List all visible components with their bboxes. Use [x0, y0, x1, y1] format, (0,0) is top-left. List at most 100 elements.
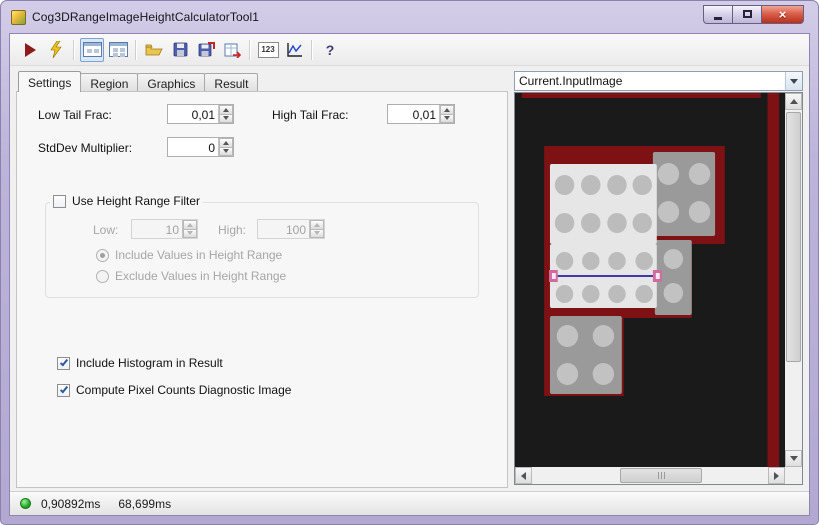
horizontal-scroll-thumb[interactable]: [620, 468, 702, 483]
spin-down-icon: [223, 116, 229, 121]
maximize-icon: [742, 10, 752, 18]
high-tail-frac-input[interactable]: 0,01: [387, 104, 455, 124]
toolbar-separator: [311, 39, 313, 60]
spin-up-button: [183, 220, 197, 230]
tab-result[interactable]: Result: [204, 73, 259, 91]
window-title: Cog3DRangeImageHeightCalculatorTool1: [32, 10, 260, 24]
spinner: [439, 105, 454, 123]
toolbar-separator: [73, 39, 75, 60]
image-display-button[interactable]: [106, 38, 130, 62]
range-high-label: High:: [218, 223, 247, 237]
stddev-multiplier-input[interactable]: 0: [167, 137, 234, 157]
spin-down-icon: [444, 116, 450, 121]
settings-tab-page: Low Tail Frac: 0,01 High Tail Frac: 0,01: [16, 91, 508, 488]
toolbar-separator: [135, 39, 137, 60]
settings-panel: Settings Region Graphics Result Low Tail…: [16, 71, 508, 491]
scroll-right-button[interactable]: [768, 467, 785, 484]
spin-down-button[interactable]: [219, 114, 233, 123]
main-area: Settings Region Graphics Result Low Tail…: [10, 66, 809, 491]
vertical-scroll-track[interactable]: [785, 110, 802, 450]
graph-button[interactable]: [282, 38, 306, 62]
radio-button-icon: [96, 248, 109, 262]
scrollbar-corner: [785, 467, 802, 484]
range-high-input: 100: [257, 219, 325, 239]
graph-icon: [286, 42, 302, 57]
spin-down-icon: [314, 231, 320, 236]
result-display-button[interactable]: [80, 37, 104, 62]
check-icon: [59, 384, 68, 393]
process-time: 0,90892ms: [41, 496, 101, 511]
maximize-button[interactable]: [732, 4, 761, 24]
save-results-button[interactable]: [194, 38, 218, 62]
window-controls: ×: [703, 4, 804, 24]
spin-up-button[interactable]: [219, 105, 233, 115]
run-button[interactable]: [18, 38, 42, 62]
spin-down-button[interactable]: [440, 114, 454, 123]
scroll-down-button[interactable]: [785, 450, 802, 467]
app-icon: [11, 9, 26, 25]
low-tail-frac-label: Low Tail Frac:: [38, 108, 112, 122]
vertical-scrollbar[interactable]: [785, 93, 802, 467]
spin-up-button[interactable]: [440, 105, 454, 115]
high-tail-frac-label: High Tail Frac:: [272, 108, 349, 122]
spinner: [309, 220, 324, 238]
arrow-down-icon: [789, 456, 798, 461]
tab-region[interactable]: Region: [80, 73, 139, 91]
minimize-button[interactable]: [703, 4, 732, 24]
tool-edit-window: Cog3DRangeImageHeightCalculatorTool1 × 1…: [0, 0, 819, 525]
tab-strip: Settings Region Graphics Result: [16, 71, 508, 92]
image-display[interactable]: [514, 92, 803, 485]
range-low-label: Low:: [93, 223, 119, 237]
spin-up-button[interactable]: [219, 138, 233, 148]
arrow-left-icon: [521, 471, 526, 480]
total-time: 68,699ms: [118, 496, 172, 511]
open-button[interactable]: [142, 38, 166, 62]
toolbar: 123 ?: [10, 34, 809, 66]
spin-down-button[interactable]: [219, 147, 233, 156]
image-canvas[interactable]: [515, 93, 785, 467]
number-123-icon: 123: [257, 41, 279, 58]
image-panel: Current.InputImage: [514, 71, 803, 491]
horizontal-scroll-track[interactable]: [532, 467, 768, 484]
electric-run-button[interactable]: [44, 38, 68, 62]
status-bar: 0,90892ms 68,699ms: [10, 491, 809, 515]
image-selector-dropdown[interactable]: Current.InputImage: [514, 71, 803, 91]
low-tail-frac-input[interactable]: 0,01: [167, 104, 234, 124]
scroll-up-button[interactable]: [785, 93, 802, 110]
include-histogram-checkbox[interactable]: Include Histogram in Result: [54, 356, 226, 370]
tab-settings[interactable]: Settings: [18, 71, 82, 92]
status-led-icon: [20, 498, 31, 509]
export-grid-icon: [224, 43, 241, 58]
save-button[interactable]: [168, 38, 192, 62]
arrow-right-icon: [774, 471, 779, 480]
number-display-button[interactable]: 123: [256, 38, 280, 62]
lightning-icon: [50, 41, 62, 58]
tab-graphics[interactable]: Graphics: [137, 73, 206, 91]
compute-pixel-counts-checkbox[interactable]: Compute Pixel Counts Diagnostic Image: [54, 383, 295, 397]
help-icon: ?: [325, 41, 335, 58]
close-button[interactable]: ×: [761, 4, 804, 24]
floppy-icon: [173, 42, 187, 57]
spin-up-button: [310, 220, 324, 230]
spin-up-icon: [223, 107, 229, 112]
spin-up-icon: [187, 222, 193, 227]
use-height-range-filter-checkbox[interactable]: Use Height Range Filter: [50, 194, 204, 208]
spinner: [182, 220, 197, 238]
horizontal-scrollbar[interactable]: [515, 467, 785, 484]
floppy-arrow-icon: [198, 41, 215, 56]
radio-button-icon: [96, 269, 109, 283]
stddev-multiplier-label: StdDev Multiplier:: [38, 141, 133, 155]
dropdown-arrow-button[interactable]: [785, 72, 802, 90]
toolbar-separator: [249, 39, 251, 60]
run-icon: [24, 42, 36, 57]
export-image-button[interactable]: [220, 38, 244, 62]
checkbox-box: [53, 194, 66, 208]
client-area: 123 ? Settings Region Graphics Result Lo…: [9, 33, 810, 516]
help-button[interactable]: ?: [318, 38, 342, 62]
scroll-left-button[interactable]: [515, 467, 532, 484]
vertical-scroll-thumb[interactable]: [786, 112, 801, 362]
image-display-icon: [108, 42, 128, 57]
exclude-values-radio: Exclude Values in Height Range: [96, 269, 286, 283]
title-bar[interactable]: Cog3DRangeImageHeightCalculatorTool1 ×: [1, 1, 818, 33]
include-values-radio: Include Values in Height Range: [96, 248, 282, 262]
